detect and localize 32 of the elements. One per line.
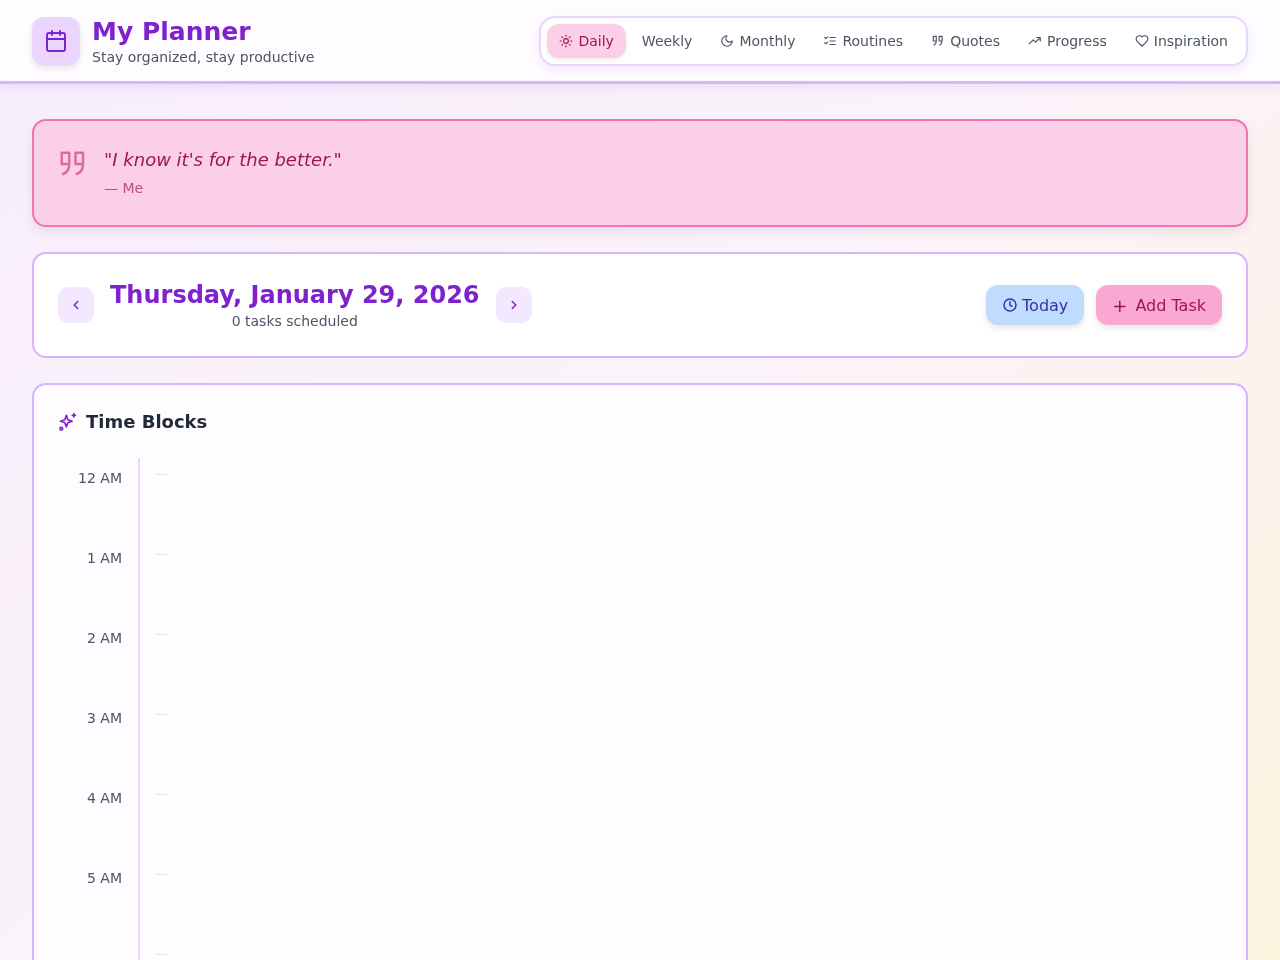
moon-icon [720,33,735,48]
quote-icon [931,33,946,48]
next-day-button[interactable] [495,287,532,323]
nav-tab[interactable]: Quotes [919,23,1012,58]
hour-label: 12 AM [77,469,123,486]
today-button[interactable]: Today [986,285,1085,325]
app-subtitle: Stay organized, stay productive [92,48,315,65]
nav-tab[interactable]: Monthly [708,23,808,58]
calendar-icon [32,16,80,65]
add-task-button[interactable]: + Add Task [1096,285,1222,325]
heart-icon [1134,33,1149,48]
previous-day-button[interactable] [58,287,94,323]
hour-label: 1 AM [86,549,123,566]
task-count: 0 tasks scheduled [231,313,358,329]
nav-tab[interactable]: Routines [811,23,916,58]
nav-tab[interactable]: Progress [1016,23,1119,58]
hour-label: 4 AM [86,789,123,806]
sun-icon [559,33,574,48]
hour-label: 2 AM [86,629,123,646]
clock-icon [1002,297,1019,313]
checklist-icon [823,33,838,48]
app-title: My Planner [92,16,252,47]
hour-label: 5 AM [86,869,123,886]
quote-text: "I know it's for the better." [104,149,342,170]
date-heading: Thursday, January 29, 2026 [110,281,480,309]
sparkle-icon [58,411,78,432]
section-title: Time Blocks [86,411,208,432]
hour-label: 3 AM [86,709,123,726]
quote-author: — Me [104,180,145,196]
nav-tab[interactable]: Weekly [629,23,705,58]
nav-tab[interactable]: Inspiration [1122,23,1240,58]
nav-tab[interactable]: Daily [547,23,626,58]
